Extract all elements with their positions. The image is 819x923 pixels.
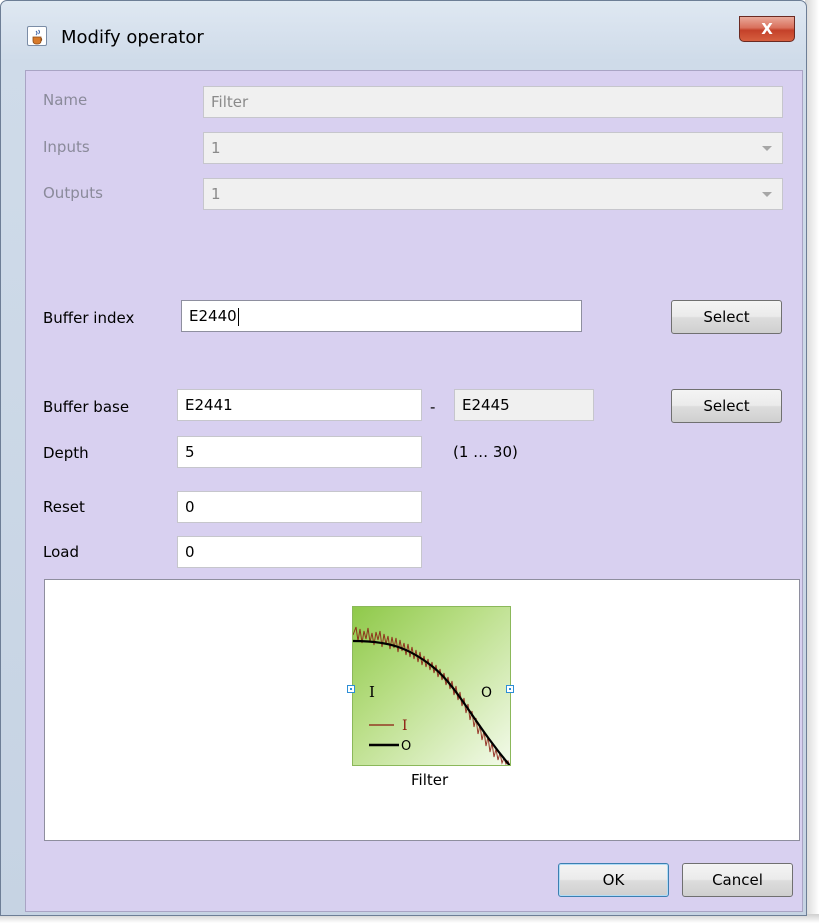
buffer-index-value: E2440 bbox=[189, 307, 237, 325]
operator-caption: Filter bbox=[411, 771, 449, 789]
filtered-signal-line bbox=[353, 639, 510, 765]
legend-in-label: I bbox=[402, 718, 408, 734]
text-caret bbox=[237, 307, 239, 326]
buffer-base-select-button[interactable]: Select bbox=[671, 389, 782, 423]
input-port-handle[interactable] bbox=[347, 685, 355, 693]
window-shadow bbox=[805, 0, 819, 923]
window-title: Modify operator bbox=[61, 27, 204, 48]
load-label: Load bbox=[43, 543, 79, 561]
inputs-label: Inputs bbox=[43, 138, 90, 156]
chevron-down-icon bbox=[762, 146, 772, 151]
inputs-value: 1 bbox=[211, 139, 221, 157]
close-icon: X bbox=[761, 20, 773, 38]
buffer-index-label: Buffer index bbox=[43, 309, 135, 327]
buffer-index-select-button[interactable]: Select bbox=[671, 300, 782, 334]
close-button[interactable]: X bbox=[739, 16, 795, 42]
output-port-label: O bbox=[481, 685, 492, 701]
input-port-label: I bbox=[369, 683, 375, 701]
inputs-select: 1 bbox=[203, 132, 783, 164]
outputs-select: 1 bbox=[203, 178, 783, 210]
buffer-base-from-field[interactable]: E2441 bbox=[177, 389, 422, 421]
name-label: Name bbox=[43, 91, 88, 109]
ok-button[interactable]: OK bbox=[558, 863, 669, 897]
reset-label: Reset bbox=[43, 498, 85, 516]
operator-preview-panel: I O I O Filter bbox=[44, 579, 800, 841]
filter-signal-icon: I O I O bbox=[353, 626, 510, 765]
reset-field[interactable]: 0 bbox=[177, 491, 422, 523]
cancel-button[interactable]: Cancel bbox=[682, 863, 793, 897]
depth-field[interactable]: 5 bbox=[177, 436, 422, 468]
chevron-down-icon bbox=[762, 192, 772, 197]
depth-label: Depth bbox=[43, 444, 89, 462]
output-port-handle[interactable] bbox=[506, 685, 514, 693]
modify-operator-dialog: Modify operator X Name Filter Inputs 1 O… bbox=[0, 0, 807, 916]
java-cup-icon bbox=[27, 26, 47, 46]
name-field: Filter bbox=[203, 86, 783, 118]
outputs-value: 1 bbox=[211, 185, 221, 203]
outputs-label: Outputs bbox=[43, 184, 103, 202]
range-separator: - bbox=[430, 398, 436, 416]
filter-operator-block[interactable]: I O I O bbox=[352, 606, 511, 766]
depth-range-hint: (1 … 30) bbox=[453, 443, 518, 461]
title-bar[interactable]: Modify operator bbox=[1, 1, 806, 48]
buffer-base-label: Buffer base bbox=[43, 398, 130, 416]
buffer-index-field[interactable]: E2440 bbox=[181, 300, 582, 332]
buffer-base-to-field: E2445 bbox=[454, 389, 594, 421]
legend-out-label: O bbox=[401, 739, 411, 754]
dialog-content: Name Filter Inputs 1 Outputs 1 Buffer in… bbox=[25, 70, 803, 912]
load-field[interactable]: 0 bbox=[177, 536, 422, 568]
